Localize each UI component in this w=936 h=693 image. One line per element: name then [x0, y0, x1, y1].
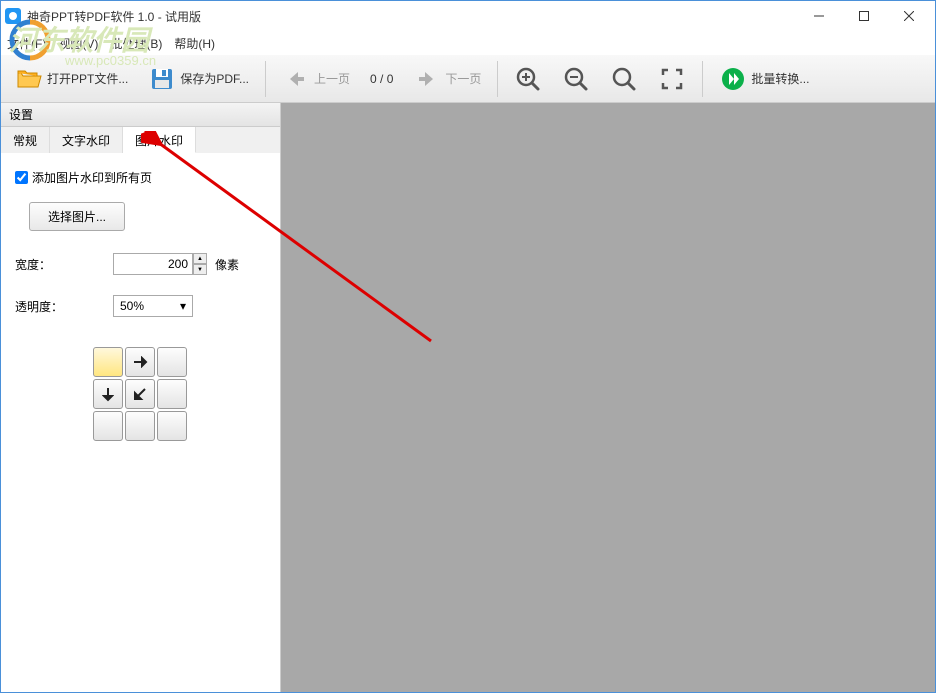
- folder-open-icon: [15, 65, 43, 93]
- opacity-label: 透明度：: [15, 298, 65, 315]
- open-ppt-button[interactable]: 打开PPT文件...: [7, 60, 136, 98]
- batch-convert-button[interactable]: 批量转换...: [711, 60, 817, 98]
- toolbar-separator: [497, 61, 498, 97]
- tab-general[interactable]: 常规: [1, 127, 50, 153]
- settings-sidebar: 设置 常规 文字水印 图片水印 添加图片水印到所有页 选择图片... 宽度： ▲…: [1, 103, 281, 692]
- pos-mid-right[interactable]: [157, 379, 187, 409]
- save-pdf-label: 保存为PDF...: [180, 70, 249, 87]
- pos-top-right[interactable]: [157, 347, 187, 377]
- zoom-fit-button[interactable]: [602, 60, 646, 98]
- toolbar-separator: [265, 61, 266, 97]
- menubar: 文件(F) 视图(V) 批处理(B) 帮助(H): [1, 31, 935, 55]
- pos-top-left[interactable]: [93, 347, 123, 377]
- width-spin-up[interactable]: ▲: [193, 253, 207, 264]
- pos-bot-left[interactable]: [93, 411, 123, 441]
- next-page-label: 下一页: [445, 70, 481, 87]
- arrow-left-icon: [282, 65, 310, 93]
- toolbar-separator: [702, 61, 703, 97]
- opacity-select[interactable]: 50% ▾: [113, 295, 193, 317]
- chevron-down-icon: ▾: [180, 299, 186, 313]
- window-title: 神奇PPT转PDF软件 1.0 - 试用版: [27, 8, 796, 25]
- choose-image-button[interactable]: 选择图片...: [29, 202, 125, 231]
- app-icon: [5, 8, 21, 24]
- menu-view[interactable]: 视图(V): [58, 35, 98, 52]
- opacity-value: 50%: [120, 299, 144, 313]
- arrow-right-icon: [413, 65, 441, 93]
- pos-mid-left[interactable]: [93, 379, 123, 409]
- add-watermark-checkbox[interactable]: [15, 171, 28, 184]
- width-unit: 像素: [215, 256, 239, 273]
- prev-page-button[interactable]: 上一页: [274, 60, 358, 98]
- pos-top-center[interactable]: [125, 347, 155, 377]
- toolbar: 打开PPT文件... 保存为PDF... 上一页 0 / 0 下一页: [1, 55, 935, 103]
- add-watermark-label: 添加图片水印到所有页: [32, 169, 152, 186]
- width-label: 宽度：: [15, 256, 65, 273]
- maximize-button[interactable]: [841, 2, 886, 30]
- menu-help[interactable]: 帮助(H): [174, 35, 215, 52]
- pos-center[interactable]: [125, 379, 155, 409]
- next-page-button[interactable]: 下一页: [405, 60, 489, 98]
- batch-convert-label: 批量转换...: [751, 70, 809, 87]
- save-icon: [148, 65, 176, 93]
- width-spin-down[interactable]: ▼: [193, 264, 207, 275]
- width-input[interactable]: [113, 253, 193, 275]
- window-controls: [796, 2, 931, 30]
- tab-image-watermark[interactable]: 图片水印: [123, 127, 196, 153]
- content-area: 设置 常规 文字水印 图片水印 添加图片水印到所有页 选择图片... 宽度： ▲…: [1, 103, 935, 692]
- image-watermark-panel: 添加图片水印到所有页 选择图片... 宽度： ▲ ▼ 像素 透明度： 50%: [1, 153, 280, 457]
- minimize-button[interactable]: [796, 2, 841, 30]
- prev-page-label: 上一页: [314, 70, 350, 87]
- fullscreen-icon: [658, 65, 686, 93]
- page-counter: 0 / 0: [362, 72, 401, 86]
- menu-file[interactable]: 文件(F): [7, 35, 46, 52]
- titlebar: 神奇PPT转PDF软件 1.0 - 试用版: [1, 1, 935, 31]
- pos-bot-center[interactable]: [125, 411, 155, 441]
- tab-text-watermark[interactable]: 文字水印: [50, 127, 123, 153]
- batch-convert-icon: [719, 65, 747, 93]
- menu-batch[interactable]: 批处理(B): [110, 35, 162, 52]
- sidebar-title: 设置: [1, 103, 280, 127]
- zoom-in-button[interactable]: [506, 60, 550, 98]
- preview-area: [281, 103, 935, 692]
- zoom-out-button[interactable]: [554, 60, 598, 98]
- save-pdf-button[interactable]: 保存为PDF...: [140, 60, 257, 98]
- settings-tabs: 常规 文字水印 图片水印: [1, 127, 280, 153]
- zoom-in-icon: [514, 65, 542, 93]
- fullscreen-button[interactable]: [650, 60, 694, 98]
- pos-bot-right[interactable]: [157, 411, 187, 441]
- close-button[interactable]: [886, 2, 931, 30]
- zoom-fit-icon: [610, 65, 638, 93]
- position-grid: [93, 347, 266, 441]
- zoom-out-icon: [562, 65, 590, 93]
- open-ppt-label: 打开PPT文件...: [47, 70, 128, 87]
